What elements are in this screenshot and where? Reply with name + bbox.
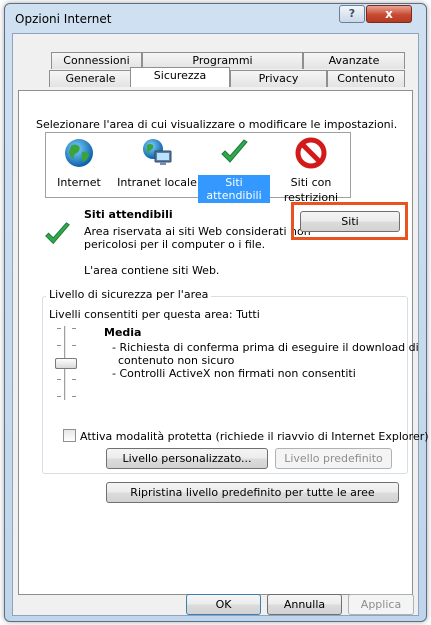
slider-tick: [72, 345, 76, 346]
zone-label-intranet: Intranet locale: [117, 176, 197, 189]
tab-connessioni[interactable]: Connessioni: [51, 52, 142, 69]
slider-tick: [57, 396, 61, 397]
help-button[interactable]: ?: [339, 5, 365, 23]
protected-mode-label[interactable]: Attiva modalità protetta (richiede il ri…: [80, 430, 429, 443]
slider-tick: [72, 396, 76, 397]
security-level-name: Media: [104, 326, 142, 339]
trusted-checkmark-icon: [42, 220, 72, 250]
slider-tick: [57, 345, 61, 346]
zone-label-trusted: Siti attendibili: [198, 175, 270, 203]
zone-contains-text: L'area contiene siti Web.: [84, 264, 220, 277]
zone-description-line1: Area riservata ai siti Web considerati n…: [84, 225, 311, 238]
tab-avanzate[interactable]: Avanzate: [303, 52, 405, 69]
zone-description-line2: pericolosi per il computer o i file.: [84, 238, 266, 251]
zone-trusted-sites[interactable]: Siti attendibili: [198, 137, 270, 203]
zone-internet[interactable]: Internet: [48, 137, 110, 190]
zone-title: Siti attendibili: [84, 208, 173, 221]
cancel-button[interactable]: Annulla: [267, 594, 342, 615]
allowed-levels-text: Livelli consentiti per questa area: Tutt…: [49, 308, 260, 321]
globe-icon: [63, 137, 95, 169]
ok-button[interactable]: OK: [186, 594, 261, 615]
zone-restricted-sites[interactable]: Siti con restrizioni: [280, 137, 342, 205]
no-entry-icon: [295, 137, 327, 169]
tab-contenuto[interactable]: Contenuto: [327, 70, 405, 87]
sites-button-highlight: [291, 202, 408, 240]
checkmark-icon: [218, 137, 250, 169]
slider-tick: [57, 328, 61, 329]
tab-privacy[interactable]: Privacy: [230, 70, 327, 87]
slider-tick: [72, 328, 76, 329]
level-bullet-1-line1: - Richiesta di conferma prima di eseguir…: [112, 341, 419, 354]
close-button[interactable]: x: [366, 5, 412, 23]
slider-tick: [57, 379, 61, 380]
custom-level-button[interactable]: Livello personalizzato...: [106, 448, 268, 469]
security-level-slider-thumb[interactable]: [55, 358, 77, 369]
tab-generale[interactable]: Generale: [49, 70, 132, 87]
window-title: Opzioni Internet: [15, 12, 112, 26]
zone-instruction: Selezionare l'area di cui visualizzare o…: [36, 118, 398, 131]
protected-mode-checkbox[interactable]: [63, 429, 76, 442]
level-bullet-1-line2: contenuto non sicuro: [118, 354, 235, 367]
zone-label-internet: Internet: [57, 176, 101, 189]
title-bar[interactable]: Opzioni Internet ? x: [5, 4, 426, 32]
reset-all-zones-button[interactable]: Ripristina livello predefinito per tutte…: [106, 482, 399, 503]
default-level-button[interactable]: Livello predefinito: [275, 448, 392, 469]
intranet-globe-icon: [141, 137, 173, 169]
level-bullet-2: - Controlli ActiveX non firmati non cons…: [112, 367, 356, 380]
zone-label-restricted-1: Siti con: [290, 176, 332, 189]
zone-list: Internet Intranet locale Siti attendibil…: [45, 132, 351, 204]
apply-button[interactable]: Applica: [348, 594, 414, 615]
security-level-legend: Livello di sicurezza per l'area: [46, 288, 212, 301]
zone-intranet[interactable]: Intranet locale: [114, 137, 200, 190]
tab-sicurezza[interactable]: Sicurezza: [130, 67, 230, 87]
slider-tick: [72, 379, 76, 380]
